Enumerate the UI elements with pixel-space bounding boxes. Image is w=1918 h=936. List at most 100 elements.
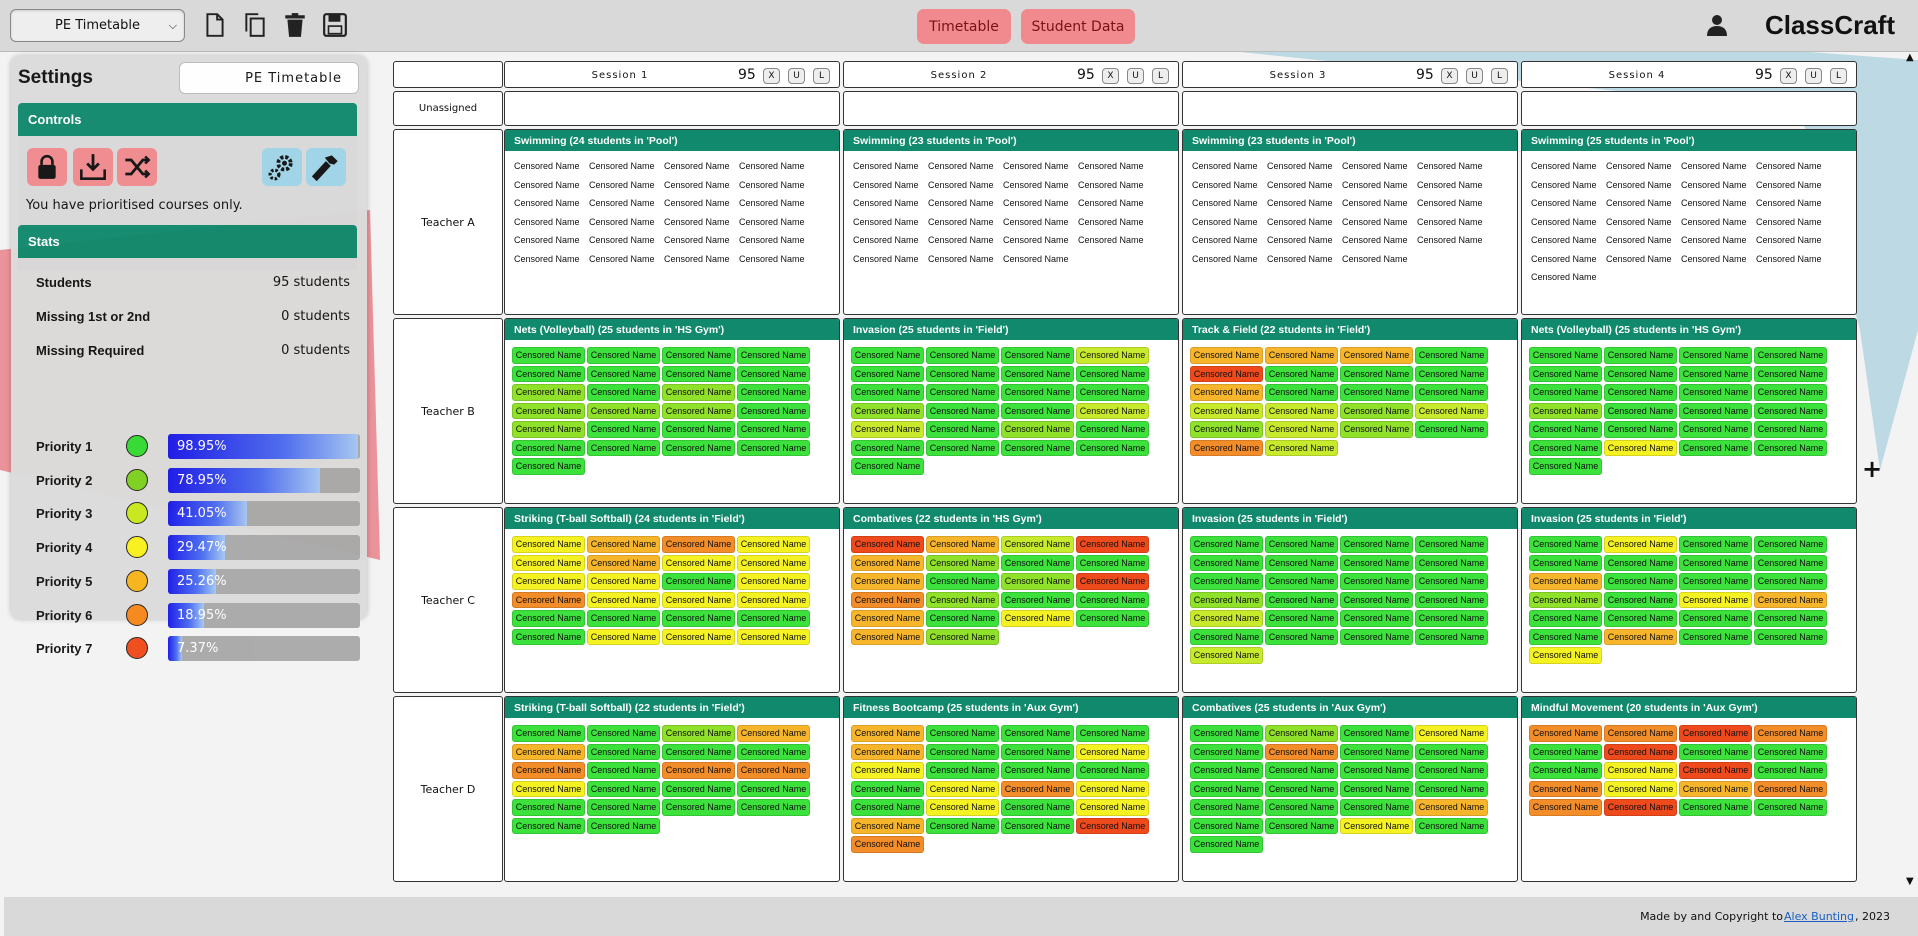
student-chip[interactable]: Censored Name [587,554,660,571]
student-chip[interactable]: Censored Name [1190,610,1263,627]
student-chip[interactable]: Censored Name [1340,158,1413,175]
student-chip[interactable]: Censored Name [587,402,660,419]
student-chip[interactable]: Censored Name [1529,158,1602,175]
student-chip[interactable]: Censored Name [1604,214,1677,231]
student-chip[interactable]: Censored Name [737,762,810,779]
student-chip[interactable]: Censored Name [926,384,999,401]
session-x-button[interactable]: X [763,68,780,84]
student-chip[interactable]: Censored Name [1001,402,1074,419]
student-chip[interactable]: Censored Name [1754,177,1827,194]
session-l-button[interactable]: L [1830,68,1847,84]
student-chip[interactable]: Censored Name [1190,628,1263,645]
student-chip[interactable]: Censored Name [1604,743,1677,760]
session-l-button[interactable]: L [1491,68,1508,84]
student-chip[interactable]: Censored Name [1001,554,1074,571]
student-chip[interactable]: Censored Name [1604,591,1677,608]
student-chip[interactable]: Censored Name [1529,421,1602,438]
student-chip[interactable]: Censored Name [1679,195,1752,212]
class-block[interactable]: Mindful Movement (20 students in 'Aux Gy… [1521,696,1857,882]
student-chip[interactable]: Censored Name [926,725,999,742]
student-chip[interactable]: Censored Name [587,384,660,401]
student-chip[interactable]: Censored Name [1001,232,1074,249]
student-chip[interactable]: Censored Name [512,177,585,194]
student-chip[interactable]: Censored Name [1529,402,1602,419]
student-chip[interactable]: Censored Name [1604,780,1677,797]
student-chip[interactable]: Censored Name [737,628,810,645]
student-chip[interactable]: Censored Name [1604,177,1677,194]
student-chip[interactable]: Censored Name [1076,439,1149,456]
student-chip[interactable]: Censored Name [1340,573,1413,590]
student-chip[interactable]: Censored Name [1604,725,1677,742]
student-chip[interactable]: Censored Name [1076,365,1149,382]
student-chip[interactable]: Censored Name [851,232,924,249]
student-chip[interactable]: Censored Name [1415,402,1488,419]
student-chip[interactable]: Censored Name [851,439,924,456]
student-chip[interactable]: Censored Name [512,762,585,779]
student-chip[interactable]: Censored Name [737,177,810,194]
student-chip[interactable]: Censored Name [1415,573,1488,590]
student-chip[interactable]: Censored Name [1679,177,1752,194]
student-chip[interactable]: Censored Name [737,536,810,553]
student-chip[interactable]: Censored Name [1190,817,1263,834]
student-chip[interactable]: Censored Name [1190,214,1263,231]
student-chip[interactable]: Censored Name [1190,347,1263,364]
student-chip[interactable]: Censored Name [926,573,999,590]
student-chip[interactable]: Censored Name [512,421,585,438]
student-chip[interactable]: Censored Name [587,365,660,382]
student-chip[interactable]: Censored Name [662,591,735,608]
student-chip[interactable]: Censored Name [662,402,735,419]
student-chip[interactable]: Censored Name [1754,799,1827,816]
student-chip[interactable]: Censored Name [737,232,810,249]
student-chip[interactable]: Censored Name [662,536,735,553]
student-chip[interactable]: Censored Name [1679,214,1752,231]
student-chip[interactable]: Censored Name [1529,347,1602,364]
student-chip[interactable]: Censored Name [1265,743,1338,760]
student-chip[interactable]: Censored Name [1265,799,1338,816]
student-chip[interactable]: Censored Name [851,177,924,194]
student-chip[interactable]: Censored Name [1001,177,1074,194]
student-chip[interactable]: Censored Name [587,421,660,438]
trash-icon[interactable] [282,12,308,38]
student-chip[interactable]: Censored Name [512,573,585,590]
student-chip[interactable]: Censored Name [1265,610,1338,627]
student-chip[interactable]: Censored Name [1415,610,1488,627]
student-chip[interactable]: Censored Name [1076,591,1149,608]
student-chip[interactable]: Censored Name [1754,195,1827,212]
student-chip[interactable]: Censored Name [662,799,735,816]
student-chip[interactable]: Censored Name [1001,214,1074,231]
student-chip[interactable]: Censored Name [1265,251,1338,268]
student-chip[interactable]: Censored Name [926,347,999,364]
student-chip[interactable]: Censored Name [1076,573,1149,590]
student-chip[interactable]: Censored Name [512,725,585,742]
student-chip[interactable]: Censored Name [851,402,924,419]
student-chip[interactable]: Censored Name [851,158,924,175]
student-chip[interactable]: Censored Name [851,610,924,627]
student-chip[interactable]: Censored Name [1604,421,1677,438]
student-chip[interactable]: Censored Name [1340,232,1413,249]
student-chip[interactable]: Censored Name [1340,384,1413,401]
student-chip[interactable]: Censored Name [587,799,660,816]
student-chip[interactable]: Censored Name [1340,554,1413,571]
student-chip[interactable]: Censored Name [1001,421,1074,438]
student-chip[interactable]: Censored Name [512,554,585,571]
student-chip[interactable]: Censored Name [1679,347,1752,364]
student-chip[interactable]: Censored Name [1529,799,1602,816]
student-chip[interactable]: Censored Name [512,158,585,175]
session-x-button[interactable]: X [1102,68,1119,84]
student-chip[interactable]: Censored Name [926,421,999,438]
class-block[interactable]: Swimming (23 students in 'Pool') Censored… [843,129,1179,315]
student-chip[interactable]: Censored Name [1340,536,1413,553]
student-chip[interactable]: Censored Name [587,251,660,268]
student-chip[interactable]: Censored Name [1529,628,1602,645]
student-chip[interactable]: Censored Name [1529,780,1602,797]
session-l-button[interactable]: L [1152,68,1169,84]
student-chip[interactable]: Censored Name [1076,610,1149,627]
student-chip[interactable]: Censored Name [1754,610,1827,627]
student-chip[interactable]: Censored Name [1265,628,1338,645]
student-chip[interactable]: Censored Name [926,365,999,382]
student-chip[interactable]: Censored Name [1604,439,1677,456]
student-chip[interactable]: Censored Name [1190,725,1263,742]
class-block[interactable]: Striking (T-ball Softball) (22 students … [504,696,840,882]
student-chip[interactable]: Censored Name [1076,402,1149,419]
class-block[interactable]: Swimming (25 students in 'Pool') Censored… [1521,129,1857,315]
